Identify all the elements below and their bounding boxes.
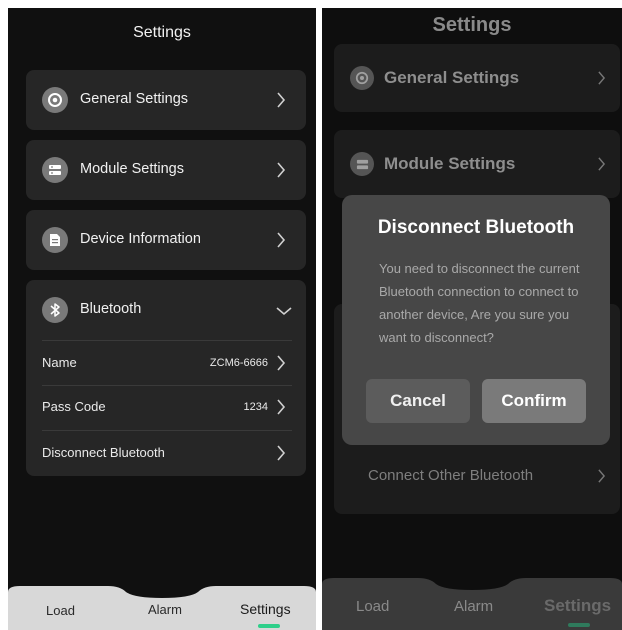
general-settings-row[interactable]: General Settings: [26, 70, 306, 130]
module-settings-row[interactable]: Module Settings: [334, 130, 620, 198]
sub-value: 1234: [243, 401, 268, 413]
chevron-right-icon: [277, 355, 286, 371]
document-icon: [42, 227, 68, 253]
dialog-title: Disconnect Bluetooth: [377, 217, 575, 238]
page-title: Settings: [432, 14, 512, 36]
chevron-right-icon: [277, 399, 286, 415]
chevron-right-icon: [598, 71, 606, 85]
chevron-right-icon: [277, 232, 286, 248]
tab-settings[interactable]: Settings: [240, 601, 291, 617]
bluetooth-header-row[interactable]: Bluetooth: [26, 280, 306, 340]
sub-label: Disconnect Bluetooth: [42, 445, 165, 460]
page-title: Settings: [133, 24, 191, 41]
bluetooth-passcode-row[interactable]: Pass Code 1234: [26, 386, 306, 430]
chevron-right-icon: [598, 157, 606, 171]
row-label: Module Settings: [384, 154, 516, 173]
bluetooth-name-row[interactable]: Name ZCM6-6666: [26, 341, 306, 385]
chevron-right-icon: [598, 469, 606, 483]
active-tab-indicator: [568, 623, 590, 627]
chevron-right-icon: [277, 445, 286, 461]
sub-value: ZCM6-6666: [209, 357, 268, 369]
disconnect-dialog: Disconnect Bluetooth You need to disconn…: [342, 195, 610, 445]
module-settings-row[interactable]: Module Settings: [26, 140, 306, 200]
chevron-right-icon: [277, 162, 286, 178]
tab-load[interactable]: Load: [46, 603, 75, 618]
sub-label: Pass Code: [42, 399, 106, 414]
chevron-right-icon: [277, 92, 286, 108]
row-label: General Settings: [80, 91, 189, 107]
device-information-row[interactable]: Device Information: [26, 210, 306, 270]
module-icon: [42, 157, 68, 183]
row-label: General Settings: [384, 68, 520, 87]
module-icon: [350, 152, 374, 176]
row-label: Bluetooth: [80, 301, 142, 317]
chevron-down-icon: [276, 307, 292, 316]
sub-label: Name: [42, 355, 77, 370]
bottom-tab-bar: Load Alarm Settings: [322, 578, 622, 630]
settings-screen-with-dialog: Settings General Settings Module Setting…: [322, 8, 622, 630]
active-tab-indicator: [258, 624, 280, 628]
tab-alarm[interactable]: Alarm: [454, 598, 493, 615]
row-label: Device Information: [80, 231, 201, 247]
confirm-button[interactable]: Confirm: [482, 379, 586, 423]
tab-settings[interactable]: Settings: [544, 596, 611, 616]
bluetooth-icon: [42, 297, 68, 323]
settings-screen: Settings General Settings Module Setting…: [8, 8, 316, 630]
bluetooth-section: Bluetooth Name ZCM6-6666 Pass Code 1234 …: [26, 280, 306, 476]
bottom-tab-bar: Load Alarm Settings: [8, 586, 316, 630]
gear-icon: [42, 87, 68, 113]
gear-icon: [350, 66, 374, 90]
cancel-button[interactable]: Cancel: [366, 379, 470, 423]
row-label: Connect Other Bluetooth: [368, 467, 534, 484]
disconnect-bluetooth-row[interactable]: Disconnect Bluetooth: [26, 431, 306, 475]
connect-other-bluetooth-row[interactable]: Connect Other Bluetooth: [334, 454, 620, 498]
row-label: Module Settings: [80, 161, 184, 177]
tab-alarm[interactable]: Alarm: [148, 602, 182, 617]
dialog-message: You need to disconnect the current Bluet…: [379, 261, 580, 345]
general-settings-row[interactable]: General Settings: [334, 44, 620, 112]
tab-load[interactable]: Load: [356, 598, 389, 615]
